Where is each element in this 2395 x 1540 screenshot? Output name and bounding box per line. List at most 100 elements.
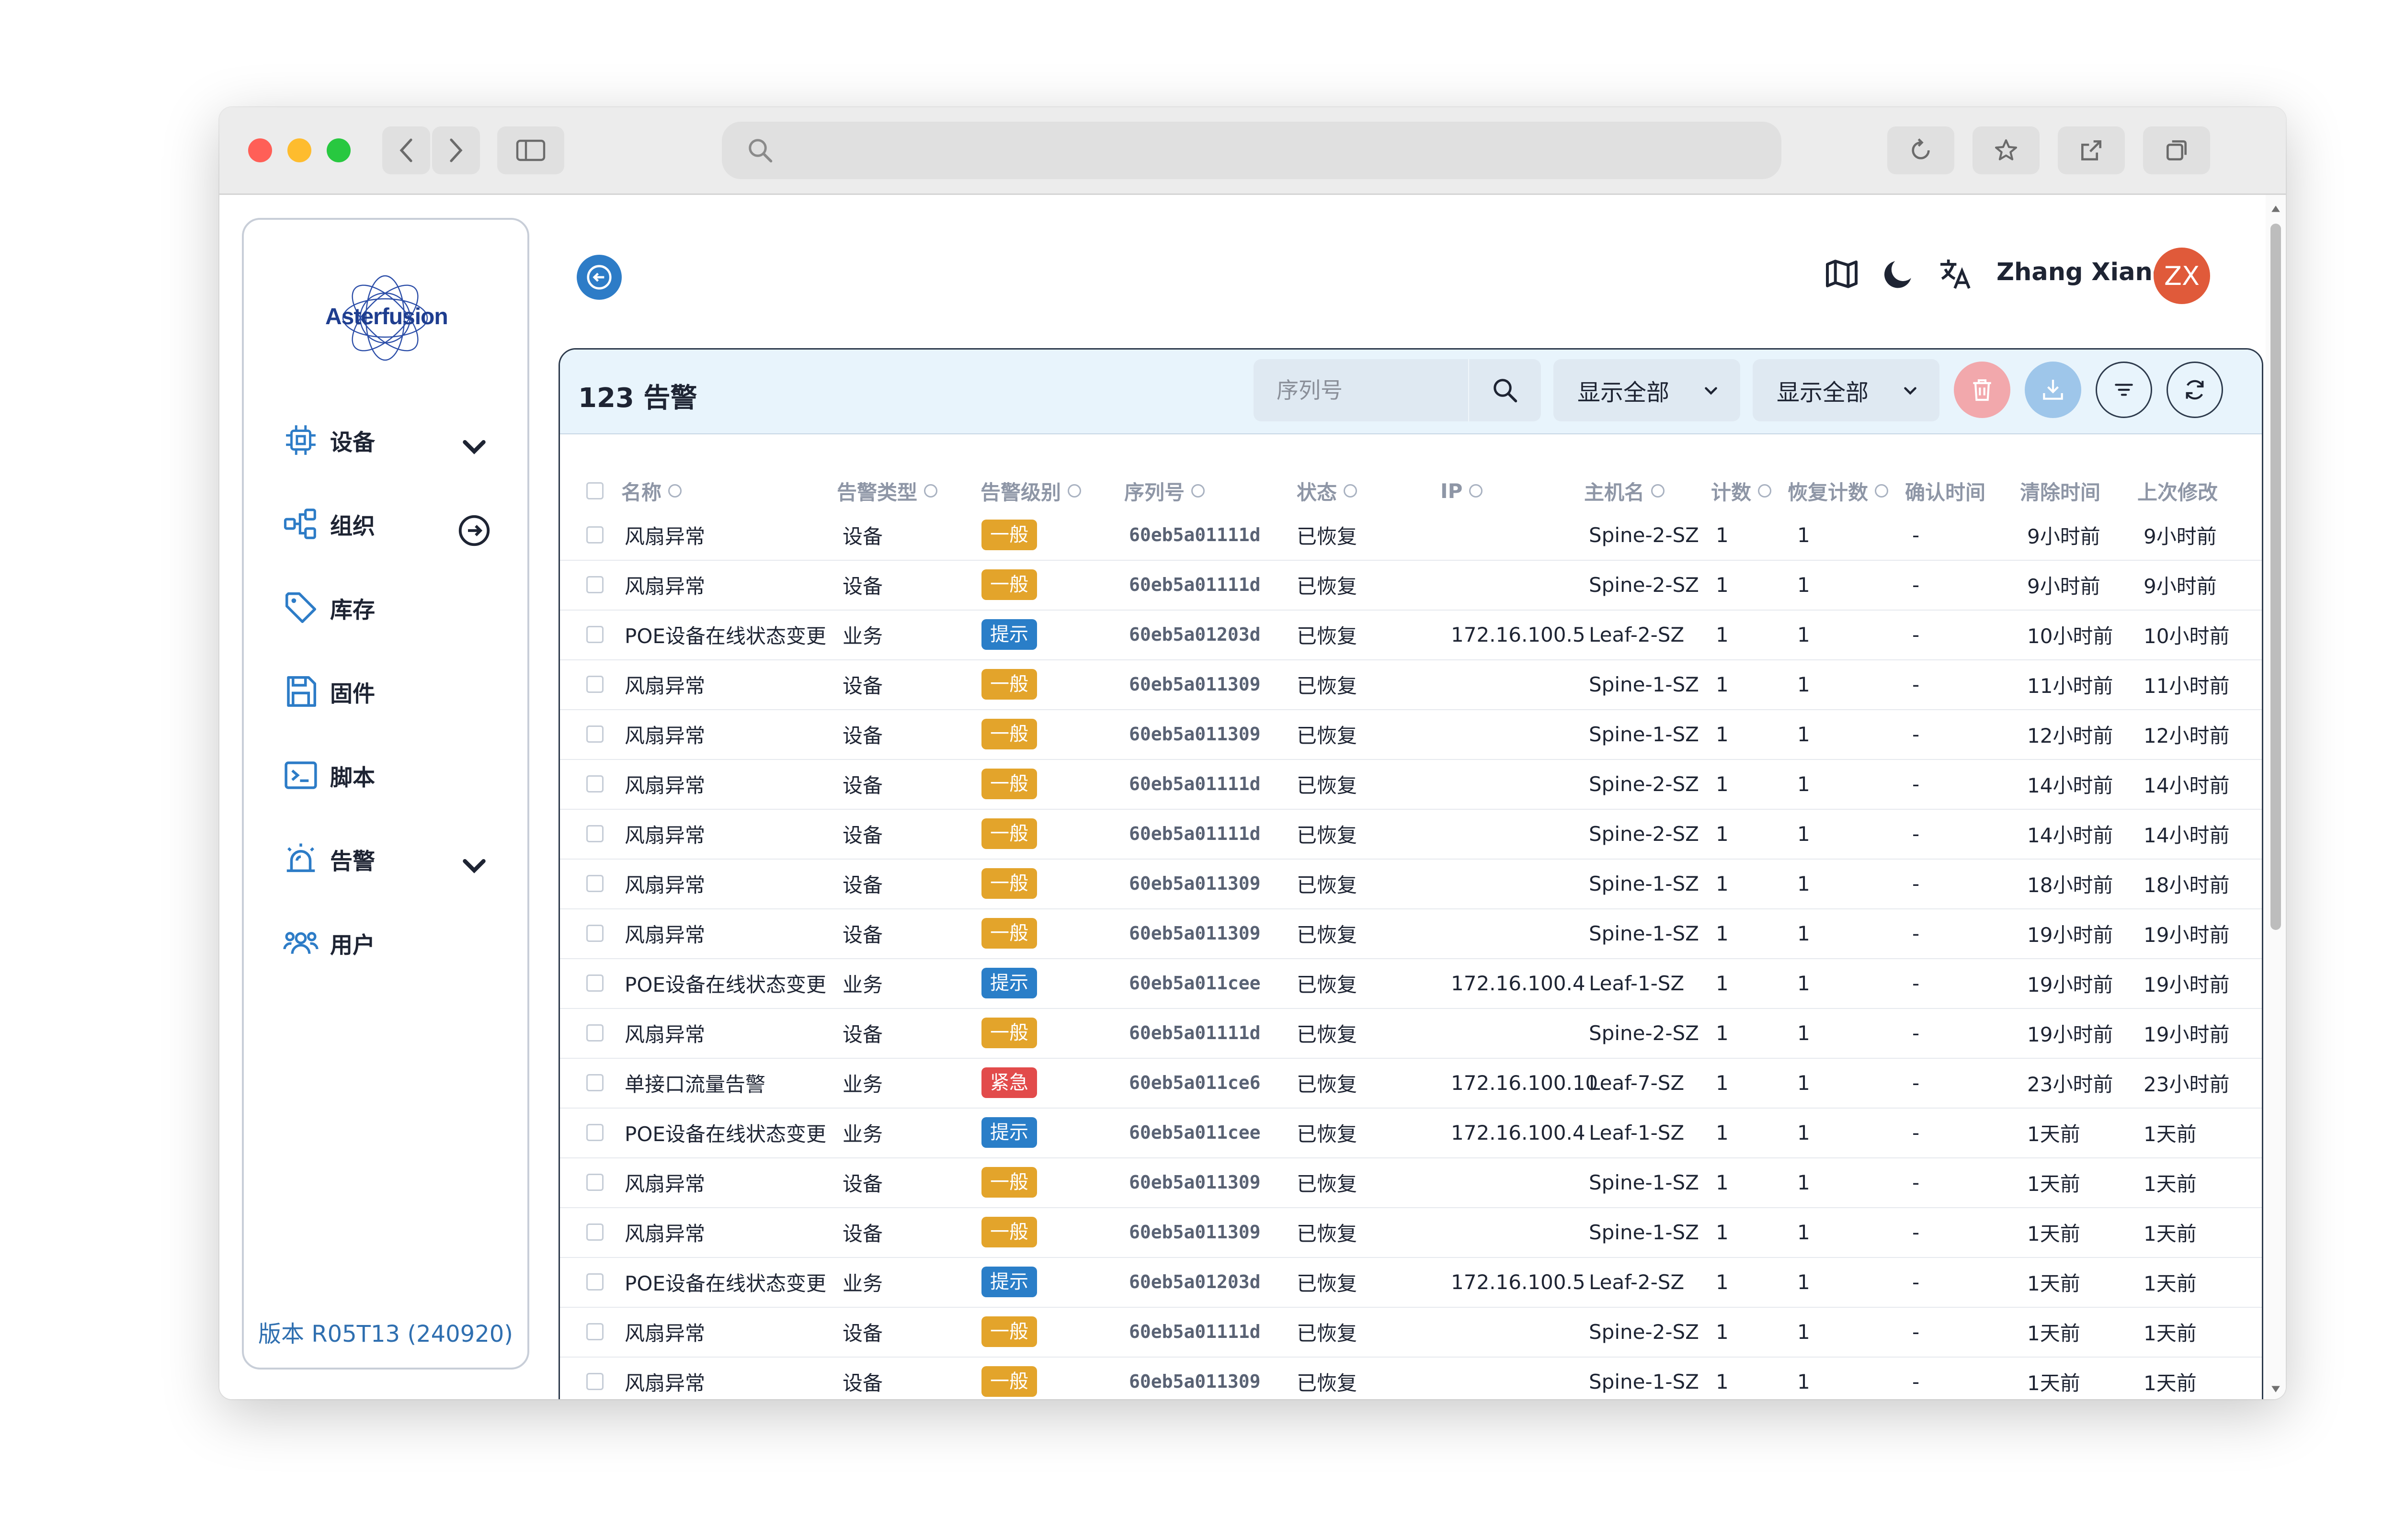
table-row[interactable]: 风扇异常 设备 一般 60eb5a011309 已恢复 Spine-1-SZ 1 1 - 11小时… [560, 659, 2262, 710]
sort-icon[interactable] [668, 484, 682, 498]
filter-select-2[interactable]: 显示全部 [1753, 359, 1939, 421]
cell-serial-value[interactable]: 60eb5a011cee [1129, 973, 1261, 994]
cell-serial-value[interactable]: 60eb5a011309 [1129, 873, 1261, 894]
cell-serial-value[interactable]: 60eb5a011309 [1129, 674, 1261, 695]
row-checkbox[interactable] [586, 560, 604, 610]
table-row[interactable]: POE设备在线状态变更 业务 提示 60eb5a011cee 已恢复 172.16.100… [560, 1108, 2262, 1158]
sidebar-toggle-button[interactable] [497, 126, 564, 174]
table-row[interactable]: 风扇异常 设备 一般 60eb5a011309 已恢复 Spine-1-SZ 1 1 - 1天前 1… [560, 1357, 2262, 1399]
sort-icon[interactable] [924, 484, 938, 498]
map-icon[interactable] [1823, 255, 1861, 293]
minimize-window-button[interactable] [287, 138, 311, 162]
row-checkbox[interactable] [586, 1307, 604, 1357]
row-checkbox[interactable] [586, 659, 604, 709]
column-header-last-modified[interactable]: 上次修改 [2137, 472, 2218, 510]
row-checkbox[interactable] [586, 908, 604, 958]
sort-icon[interactable] [1344, 484, 1357, 498]
sort-icon[interactable] [1758, 484, 1772, 498]
row-checkbox[interactable] [586, 1157, 604, 1207]
row-checkbox[interactable] [586, 759, 604, 809]
cell-serial-value[interactable]: 60eb5a01111d [1129, 524, 1261, 545]
row-checkbox[interactable] [586, 809, 604, 859]
address-bar[interactable] [722, 122, 1781, 179]
cell-serial-value[interactable]: 60eb5a011309 [1129, 923, 1261, 944]
table-row[interactable]: 风扇异常 设备 一般 60eb5a01111d 已恢复 Spine-2-SZ 1 1 - 1天前 1… [560, 1307, 2262, 1358]
row-checkbox[interactable] [586, 1257, 604, 1307]
sidebar-item-firmware[interactable]: 固件 [282, 668, 493, 715]
filter-button[interactable] [2096, 362, 2152, 418]
row-checkbox[interactable] [586, 1207, 604, 1257]
column-header-status[interactable]: 状态 [1297, 472, 1357, 510]
row-checkbox[interactable] [586, 1008, 604, 1058]
table-row[interactable]: POE设备在线状态变更 业务 提示 60eb5a01203d 已恢复 172.16.100… [560, 610, 2262, 660]
cell-serial-value[interactable]: 60eb5a011309 [1129, 1222, 1261, 1243]
cell-serial-value[interactable]: 60eb5a01111d [1129, 1321, 1261, 1342]
row-checkbox[interactable] [586, 859, 604, 908]
table-row[interactable]: POE设备在线状态变更 业务 提示 60eb5a01203d 已恢复 172.16.100… [560, 1257, 2262, 1308]
cell-serial-value[interactable]: 60eb5a011cee [1129, 1122, 1261, 1143]
cell-serial-value[interactable]: 60eb5a011ce6 [1129, 1072, 1261, 1093]
sidebar-item-organization[interactable]: 组织 [282, 500, 493, 548]
column-header-ip[interactable]: IP [1440, 472, 1483, 510]
tabs-overview-button[interactable] [2143, 126, 2210, 174]
table-row[interactable]: 单接口流量告警 业务 紧急 60eb5a011ce6 已恢复 172.16.100.10 L… [560, 1058, 2262, 1109]
table-row[interactable]: 风扇异常 设备 一般 60eb5a011309 已恢复 Spine-1-SZ 1 1 - 1天前 1… [560, 1157, 2262, 1208]
back-nav-button[interactable] [382, 126, 430, 174]
column-header-count[interactable]: 计数 [1711, 472, 1772, 510]
sidebar-item-users[interactable]: 用户 [282, 919, 493, 967]
bookmark-button[interactable] [1973, 126, 2040, 174]
close-window-button[interactable] [248, 138, 272, 162]
table-row[interactable]: 风扇异常 设备 一般 60eb5a011309 已恢复 Spine-1-SZ 1 1 - 12小时… [560, 709, 2262, 760]
table-row[interactable]: 风扇异常 设备 一般 60eb5a01111d 已恢复 Spine-2-SZ 1 1 - 14小时… [560, 759, 2262, 810]
cell-serial-value[interactable]: 60eb5a01111d [1129, 773, 1261, 794]
row-checkbox[interactable] [586, 610, 604, 659]
column-header-type[interactable]: 告警类型 [837, 472, 938, 510]
column-header-confirm-time[interactable]: 确认时间 [1905, 472, 1985, 510]
scrollbar-thumb[interactable] [2270, 224, 2281, 930]
table-row[interactable]: 风扇异常 设备 一般 60eb5a01111d 已恢复 Spine-2-SZ 1 1 - 14小时… [560, 809, 2262, 860]
row-checkbox[interactable] [586, 510, 604, 560]
user-name[interactable]: Zhang Xiang [1996, 258, 2170, 286]
sort-icon[interactable] [1651, 484, 1665, 498]
sidebar-item-alarms[interactable]: 告警 [282, 835, 493, 883]
search-button[interactable] [1468, 359, 1541, 421]
row-checkbox[interactable] [586, 1357, 604, 1399]
cell-serial-value[interactable]: 60eb5a01111d [1129, 823, 1261, 844]
asterfusion-logo[interactable]: Asterfusion [325, 268, 448, 368]
share-button[interactable] [2058, 126, 2125, 174]
select-all-checkbox[interactable] [586, 472, 604, 510]
maximize-window-button[interactable] [327, 138, 351, 162]
sidebar-item-inventory[interactable]: 库存 [282, 584, 493, 632]
row-checkbox[interactable] [586, 1108, 604, 1157]
table-row[interactable]: 风扇异常 设备 一般 60eb5a011309 已恢复 Spine-1-SZ 1 1 - 18小时… [560, 859, 2262, 909]
table-row[interactable]: 风扇异常 设备 一般 60eb5a01111d 已恢复 Spine-2-SZ 1 1 - 19小时… [560, 1008, 2262, 1059]
dark-mode-icon[interactable] [1879, 255, 1917, 293]
column-header-host[interactable]: 主机名 [1584, 472, 1665, 510]
table-row[interactable]: POE设备在线状态变更 业务 提示 60eb5a011cee 已恢复 172.16.100… [560, 958, 2262, 1009]
filter-select-1[interactable]: 显示全部 [1553, 359, 1740, 421]
column-header-recover-count[interactable]: 恢复计数 [1788, 472, 1889, 510]
refresh-button[interactable] [2167, 362, 2223, 418]
column-header-clear-time[interactable]: 清除时间 [2020, 472, 2100, 510]
cell-serial-value[interactable]: 60eb5a011309 [1129, 1371, 1261, 1392]
sort-icon[interactable] [1068, 484, 1082, 498]
row-checkbox[interactable] [586, 1058, 604, 1108]
cell-serial-value[interactable]: 60eb5a01111d [1129, 574, 1261, 595]
row-checkbox[interactable] [586, 958, 604, 1008]
avatar[interactable]: ZX [2154, 248, 2210, 304]
reload-button[interactable] [1887, 126, 1954, 174]
cell-serial-value[interactable]: 60eb5a01111d [1129, 1022, 1261, 1043]
scrollbar[interactable] [2266, 195, 2286, 1399]
delete-button[interactable] [1954, 362, 2010, 418]
forward-nav-button[interactable] [432, 126, 480, 174]
serial-search-input[interactable] [1254, 359, 1464, 421]
table-row[interactable]: 风扇异常 设备 一般 60eb5a011309 已恢复 Spine-1-SZ 1 1 - 19小时… [560, 908, 2262, 959]
table-row[interactable]: 风扇异常 设备 一般 60eb5a01111d 已恢复 Spine-2-SZ 1 1 - 9小时前… [560, 510, 2262, 561]
collapse-sidebar-button[interactable] [577, 255, 622, 300]
column-header-level[interactable]: 告警级别 [981, 472, 1082, 510]
sort-icon[interactable] [1875, 484, 1889, 498]
column-header-name[interactable]: 名称 [621, 472, 682, 510]
sort-icon[interactable] [1191, 484, 1205, 498]
row-checkbox[interactable] [586, 709, 604, 759]
sort-icon[interactable] [1469, 484, 1483, 498]
